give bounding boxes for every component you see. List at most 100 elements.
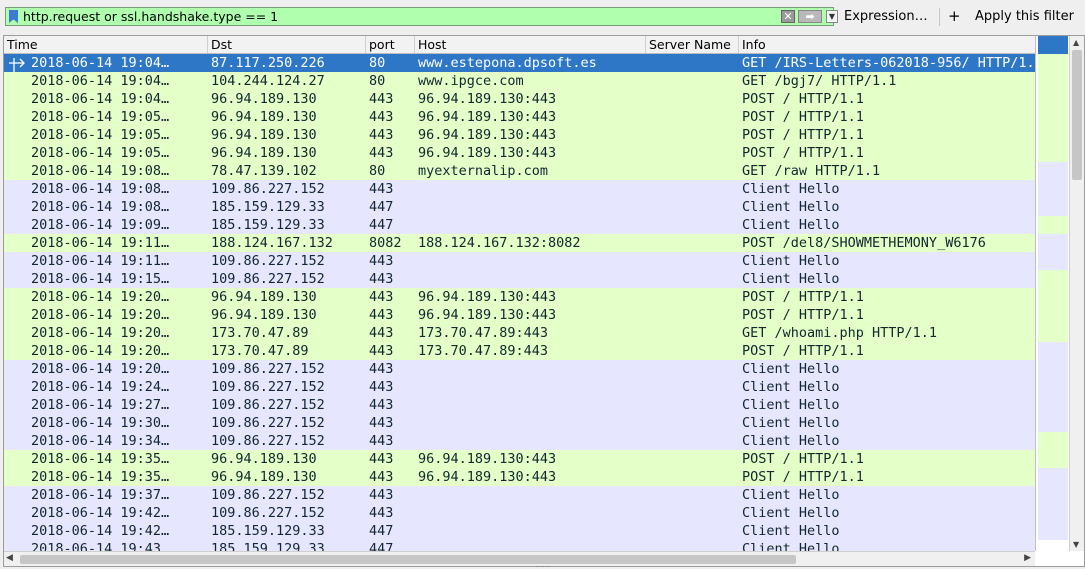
- packet-host-cell: 96.94.189.130:443: [418, 145, 557, 161]
- packet-row[interactable]: 2018-06-14 19:27… 109.86.227.152 443 Client…: [4, 396, 1035, 414]
- horizontal-scrollbar[interactable]: ◀ ▶: [4, 551, 1035, 566]
- packet-row[interactable]: 2018-06-14 19:04… 87.117.250.226 80 www.est…: [4, 54, 1035, 72]
- packet-info-cell: POST / HTTP/1.1: [742, 289, 864, 305]
- packet-row[interactable]: 2018-06-14 19:42… 109.86.227.152 443 Client…: [4, 504, 1035, 522]
- packet-host-cell: myexternalip.com: [418, 163, 549, 179]
- packet-port-cell: 80: [369, 163, 386, 179]
- horizontal-scroll-thumb[interactable]: [20, 555, 796, 564]
- packet-time-cell: 2018-06-14 19:08…: [31, 181, 170, 197]
- packet-info-cell: Client Hello: [742, 361, 840, 377]
- packet-row[interactable]: 2018-06-14 19:20… 96.94.189.130 443 96.94.1…: [4, 288, 1035, 306]
- packet-info-cell: Client Hello: [742, 181, 840, 197]
- packet-port-cell: 443: [369, 109, 394, 125]
- packet-port-cell: 447: [369, 541, 394, 551]
- packet-port-cell: 443: [369, 289, 394, 305]
- packet-row[interactable]: 2018-06-14 19:20… 173.70.47.89 443 173.70.4…: [4, 342, 1035, 360]
- packet-info-cell: Client Hello: [742, 397, 840, 413]
- column-header-time[interactable]: Time: [4, 36, 208, 53]
- packet-dst-cell: 109.86.227.152: [211, 361, 325, 377]
- minimap-mark: [1038, 360, 1068, 378]
- packet-host-cell: 96.94.189.130:443: [418, 289, 557, 305]
- column-header-host[interactable]: Host: [415, 36, 646, 53]
- vertical-scrollbar[interactable]: ▲ ▼: [1069, 36, 1084, 551]
- apply-this-filter-button[interactable]: Apply this filter: [975, 9, 1074, 24]
- packet-info-cell: GET /IRS-Letters-062018-956/ HTTP/1.1: [742, 55, 1035, 71]
- filter-text[interactable]: http.request or ssl.handshake.type == 1: [23, 9, 278, 24]
- packet-row[interactable]: 2018-06-14 19:35… 96.94.189.130 443 96.94.1…: [4, 468, 1035, 486]
- packet-dst-cell: 185.159.129.33: [211, 217, 325, 233]
- packet-row[interactable]: 2018-06-14 19:11… 188.124.167.132 8082 188.…: [4, 234, 1035, 252]
- minimap-mark: [1038, 288, 1068, 306]
- packet-info-cell: POST / HTTP/1.1: [742, 307, 864, 323]
- packet-port-cell: 443: [369, 361, 394, 377]
- packet-dst-cell: 96.94.189.130: [211, 469, 317, 485]
- scroll-right-icon[interactable]: ▶: [1024, 553, 1031, 563]
- packet-port-cell: 443: [369, 325, 394, 341]
- chevron-down-icon[interactable]: ▼: [826, 10, 838, 23]
- packet-row[interactable]: 2018-06-14 19:42… 185.159.129.33 447 Client…: [4, 522, 1035, 540]
- packet-port-cell: 443: [369, 343, 394, 359]
- add-filter-button[interactable]: +: [948, 7, 961, 25]
- packet-row[interactable]: 2018-06-14 19:04… 96.94.189.130 443 96.94.1…: [4, 90, 1035, 108]
- packet-dst-cell: 96.94.189.130: [211, 127, 317, 143]
- clear-filter-icon[interactable]: ✕: [781, 10, 795, 23]
- packet-row[interactable]: 2018-06-14 19:08… 109.86.227.152 443 Client…: [4, 180, 1035, 198]
- column-header-port[interactable]: port: [366, 36, 415, 53]
- packet-dst-cell: 104.244.124.27: [211, 73, 325, 89]
- packet-dst-cell: 109.86.227.152: [211, 181, 325, 197]
- packet-row[interactable]: 2018-06-14 19:20… 173.70.47.89 443 173.70.4…: [4, 324, 1035, 342]
- minimap-mark: [1038, 486, 1068, 504]
- expression-button[interactable]: Expression…: [844, 9, 928, 24]
- packet-row[interactable]: 2018-06-14 19:05… 96.94.189.130 443 96.94.1…: [4, 126, 1035, 144]
- packet-dst-cell: 109.86.227.152: [211, 505, 325, 521]
- packet-time-cell: 2018-06-14 19:30…: [31, 415, 170, 431]
- packet-port-cell: 447: [369, 199, 394, 215]
- packet-time-cell: 2018-06-14 19:35…: [31, 469, 170, 485]
- packet-row[interactable]: 2018-06-14 19:09… 185.159.129.33 447 Client…: [4, 216, 1035, 234]
- minimap-mark: [1038, 306, 1068, 324]
- packet-port-cell: 80: [369, 73, 386, 89]
- packet-row[interactable]: 2018-06-14 19:30… 109.86.227.152 443 Client…: [4, 414, 1035, 432]
- packet-row[interactable]: 2018-06-14 19:05… 96.94.189.130 443 96.94.1…: [4, 108, 1035, 126]
- packet-time-cell: 2018-06-14 19:08…: [31, 199, 170, 215]
- packet-row[interactable]: 2018-06-14 19:15… 109.86.227.152 443 Client…: [4, 270, 1035, 288]
- column-header-server-name[interactable]: Server Name: [646, 36, 739, 53]
- display-filter-input[interactable]: http.request or ssl.handshake.type == 1 …: [5, 7, 838, 26]
- packet-host-cell: 96.94.189.130:443: [418, 91, 557, 107]
- scroll-up-icon[interactable]: ▲: [1073, 38, 1079, 47]
- packet-port-cell: 443: [369, 127, 394, 143]
- column-header-dst[interactable]: Dst: [208, 36, 366, 53]
- vertical-scroll-thumb[interactable]: [1072, 50, 1082, 180]
- packet-dst-cell: 109.86.227.152: [211, 379, 325, 395]
- packet-row[interactable]: 2018-06-14 19:05… 96.94.189.130 443 96.94.1…: [4, 144, 1035, 162]
- packet-row[interactable]: 2018-06-14 19:34… 109.86.227.152 443 Client…: [4, 432, 1035, 450]
- packet-info-cell: Client Hello: [742, 433, 840, 449]
- minimap-mark: [1038, 504, 1068, 522]
- packet-time-cell: 2018-06-14 19:20…: [31, 343, 170, 359]
- packet-info-cell: Client Hello: [742, 379, 840, 395]
- bookmark-icon[interactable]: [9, 10, 18, 23]
- intelligent-scrollbar[interactable]: [1035, 36, 1070, 551]
- scroll-left-icon[interactable]: ◀: [6, 553, 13, 563]
- apply-arrow-icon[interactable]: ➡: [798, 10, 822, 23]
- packet-row[interactable]: 2018-06-14 19:24… 109.86.227.152 443 Client…: [4, 378, 1035, 396]
- packet-row[interactable]: 2018-06-14 19:04… 104.244.124.27 80 www.ipg…: [4, 72, 1035, 90]
- packet-port-cell: 443: [369, 253, 394, 269]
- packet-row[interactable]: 2018-06-14 19:37… 109.86.227.152 443 Client…: [4, 486, 1035, 504]
- packet-row[interactable]: 2018-06-14 19:08… 78.47.139.102 80 myextern…: [4, 162, 1035, 180]
- packet-port-cell: 443: [369, 415, 394, 431]
- minimap-mark: [1038, 468, 1068, 486]
- packet-info-cell: Client Hello: [742, 253, 840, 269]
- packet-info-cell: Client Hello: [742, 271, 840, 287]
- scroll-down-icon[interactable]: ▼: [1073, 540, 1079, 549]
- packet-time-cell: 2018-06-14 19:08…: [31, 163, 170, 179]
- packet-port-cell: 443: [369, 433, 394, 449]
- packet-row[interactable]: 2018-06-14 19:20… 96.94.189.130 443 96.94.1…: [4, 306, 1035, 324]
- column-header-info[interactable]: Info: [739, 36, 1044, 53]
- packet-row[interactable]: 2018-06-14 19:11… 109.86.227.152 443 Client…: [4, 252, 1035, 270]
- packet-row[interactable]: 2018-06-14 19:35… 96.94.189.130 443 96.94.1…: [4, 450, 1035, 468]
- packet-row[interactable]: 2018-06-14 19:43… 185.159.129.33 447 Client…: [4, 540, 1035, 551]
- packet-row[interactable]: 2018-06-14 19:08… 185.159.129.33 447 Client…: [4, 198, 1035, 216]
- packet-dst-cell: 96.94.189.130: [211, 145, 317, 161]
- packet-row[interactable]: 2018-06-14 19:20… 109.86.227.152 443 Client…: [4, 360, 1035, 378]
